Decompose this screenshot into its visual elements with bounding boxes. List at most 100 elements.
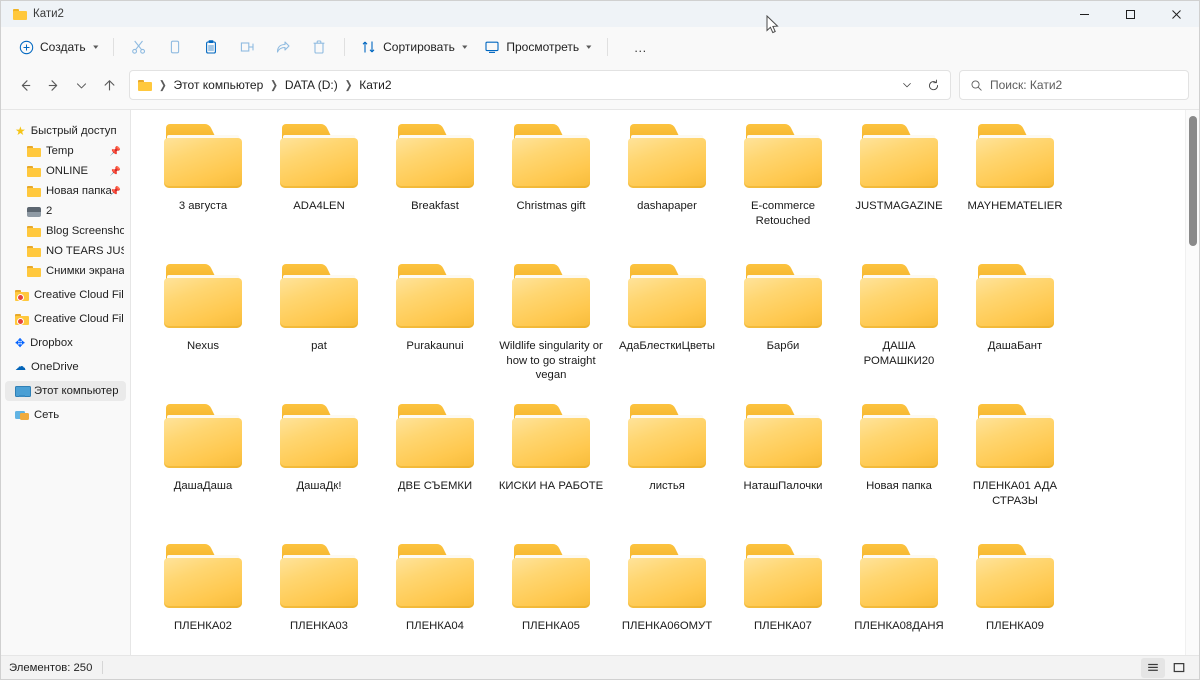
tab-kati2[interactable]: Кати2 <box>9 1 74 27</box>
folder-item[interactable]: листья <box>609 398 725 538</box>
folder-item[interactable]: ПЛЕНКА03 <box>261 538 377 655</box>
folder-icon <box>396 404 474 468</box>
sidebar-item-8[interactable]: Creative Cloud Files <box>5 285 126 305</box>
folder-item[interactable]: pat <box>261 258 377 398</box>
folder-item[interactable]: ДАША РОМАШКИ20 <box>841 258 957 398</box>
folder-icon <box>27 165 41 177</box>
breadcrumb-item-1[interactable]: DATA (D:) <box>280 76 343 94</box>
sidebar-item-6[interactable]: NO TEARS JUST MA <box>5 241 126 261</box>
trash-icon <box>313 40 325 54</box>
folder-name-label: ПЛЕНКА07 <box>754 620 812 632</box>
sidebar-item-10[interactable]: ✥ Dropbox <box>5 333 126 353</box>
scrollbar-thumb[interactable] <box>1189 116 1197 246</box>
folder-item[interactable]: НаташПалочки <box>725 398 841 538</box>
large-icons-view-button[interactable] <box>1167 658 1191 678</box>
maximize-button[interactable] <box>1107 1 1153 27</box>
breadcrumb-item-0[interactable]: Этот компьютер <box>169 76 269 94</box>
folder-item[interactable]: MAYHEMATELIER <box>957 118 1073 258</box>
folder-item[interactable]: ПЛЕНКА01 АДА СТРАЗЫ <box>957 398 1073 538</box>
folder-icon <box>280 544 358 608</box>
sidebar-item-3[interactable]: Новая папка 📌 <box>5 181 126 201</box>
folder-item[interactable]: ПЛЕНКА04 <box>377 538 493 655</box>
cut-button[interactable] <box>122 32 156 62</box>
status-left: Элементов: 250 <box>9 661 104 674</box>
folder-item[interactable]: ПЛЕНКА09 <box>957 538 1073 655</box>
folder-item[interactable]: 3 августа <box>145 118 261 258</box>
close-button[interactable] <box>1153 1 1199 27</box>
folder-icon <box>280 124 358 188</box>
folder-item[interactable]: Breakfast <box>377 118 493 258</box>
copy-button[interactable] <box>158 32 192 62</box>
folder-item[interactable]: Новая папка <box>841 398 957 538</box>
folder-name-label: ADA4LEN <box>293 200 345 212</box>
folder-item[interactable]: Nexus <box>145 258 261 398</box>
scissors-icon <box>132 40 146 54</box>
sidebar-item-7[interactable]: Снимки экрана <box>5 261 126 281</box>
chevron-down-icon: ▾ <box>461 44 468 51</box>
folder-name-label: НаташПалочки <box>743 480 823 492</box>
rename-button[interactable] <box>230 32 264 62</box>
sidebar-item-4[interactable]: 2 <box>5 201 126 221</box>
sidebar-item-1[interactable]: Temp 📌 <box>5 141 126 161</box>
forward-button[interactable] <box>39 71 67 99</box>
search-input[interactable]: Поиск: Кати2 <box>959 70 1189 100</box>
folder-item[interactable]: JUSTMAGAZINE <box>841 118 957 258</box>
folder-grid: 3 августа ADA4LEN Breakfast Christmas gift d… <box>131 110 1185 655</box>
pin-icon: 📌 <box>109 165 121 176</box>
arrow-right-icon <box>48 79 57 91</box>
folder-item[interactable]: E-commerce Retouched <box>725 118 841 258</box>
previous-locations-button[interactable] <box>894 72 920 98</box>
sidebar-item-9[interactable]: Creative Cloud Files <box>5 309 126 329</box>
paste-button[interactable] <box>194 32 228 62</box>
more-options-button[interactable]: … <box>616 32 667 62</box>
refresh-button[interactable] <box>920 72 946 98</box>
up-button[interactable] <box>95 71 123 99</box>
back-button[interactable] <box>11 71 39 99</box>
view-button[interactable]: Просмотреть ▾ <box>476 32 598 62</box>
folder-item[interactable]: ПЛЕНКА08ДАНЯ <box>841 538 957 655</box>
chevron-down-icon <box>903 83 911 88</box>
folder-item[interactable]: АдаБлесткиЦветы <box>609 258 725 398</box>
new-button[interactable]: Создать ▾ <box>11 32 105 62</box>
folder-item[interactable]: ПЛЕНКА05 <box>493 538 609 655</box>
details-view-button[interactable] <box>1141 657 1165 678</box>
folder-icon <box>976 404 1054 468</box>
drive-icon <box>27 206 41 217</box>
sort-button[interactable]: Сортировать ▾ <box>353 32 474 62</box>
delete-button[interactable] <box>302 32 336 62</box>
sidebar-item-2[interactable]: ONLINE 📌 <box>5 161 126 181</box>
share-button[interactable] <box>266 32 300 62</box>
folder-item[interactable]: ADA4LEN <box>261 118 377 258</box>
breadcrumb-item-2[interactable]: Кати2 <box>354 76 396 94</box>
navigation-pane[interactable]: ★ Быстрый доступ Temp 📌 ONLINE 📌 Новая папка 📌 2… <box>1 110 131 655</box>
folder-item[interactable]: Purakaunui <box>377 258 493 398</box>
recent-locations-button[interactable] <box>67 71 95 99</box>
folder-item[interactable]: ДВЕ СЪЕМКИ <box>377 398 493 538</box>
folder-item[interactable]: ПЛЕНКА07 <box>725 538 841 655</box>
folder-item[interactable]: ДашаДк! <box>261 398 377 538</box>
folder-item[interactable]: Wildlife singularity or how to go straig… <box>493 258 609 398</box>
sidebar-item-0[interactable]: ★ Быстрый доступ <box>5 121 126 141</box>
folder-item[interactable]: ДашаДаша <box>145 398 261 538</box>
folder-item[interactable]: ПЛЕНКА06ОМУТ <box>609 538 725 655</box>
folder-icon <box>138 79 152 91</box>
sidebar-item-12[interactable]: Этот компьютер <box>5 381 126 401</box>
folder-item[interactable]: КИСКИ НА РАБОТЕ <box>493 398 609 538</box>
folder-item[interactable]: Christmas gift <box>493 118 609 258</box>
status-divider <box>102 661 104 674</box>
sidebar-item-11[interactable]: ☁ OneDrive <box>5 357 126 377</box>
folder-item[interactable]: ПЛЕНКА02 <box>145 538 261 655</box>
folder-item[interactable]: ДашаБант <box>957 258 1073 398</box>
folder-name-label: 3 августа <box>178 200 228 212</box>
folder-item[interactable]: Барби <box>725 258 841 398</box>
items-view[interactable]: 3 августа ADA4LEN Breakfast Christmas gift d… <box>131 110 1199 655</box>
new-button-label: Создать <box>40 40 86 54</box>
sidebar-item-5[interactable]: Blog Screenshots <box>5 221 126 241</box>
vertical-scrollbar[interactable] <box>1185 110 1199 655</box>
sidebar-item-label: Blog Screenshots <box>46 225 124 237</box>
minimize-button[interactable] <box>1061 1 1107 27</box>
sidebar-item-13[interactable]: Сеть <box>5 405 126 425</box>
folder-item[interactable]: dashapaper <box>609 118 725 258</box>
address-bar[interactable]: ❯ Этот компьютер ❯ DATA (D:) ❯ Кати2 <box>129 70 951 100</box>
breadcrumb-separator: ❯ <box>270 78 278 91</box>
